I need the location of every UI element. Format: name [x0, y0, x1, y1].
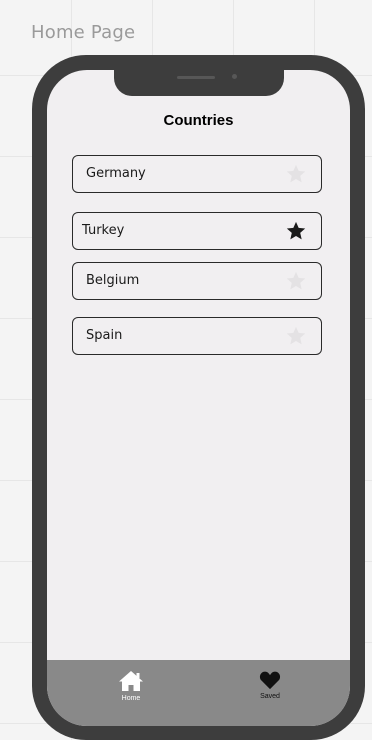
speaker-grille — [177, 76, 215, 79]
nav-saved-label: Saved — [260, 693, 280, 700]
front-camera — [232, 74, 237, 79]
country-label: Turkey — [82, 223, 125, 238]
country-item-turkey[interactable]: Turkey — [72, 212, 322, 250]
screen-title: Countries — [163, 112, 234, 129]
phone-frame: Countries Germany Turkey Belgium Spain H… — [32, 55, 365, 740]
bottom-nav: Home Saved — [47, 660, 350, 726]
country-item-spain[interactable]: Spain — [72, 317, 322, 355]
nav-home-label: Home — [121, 695, 141, 702]
country-label: Belgium — [86, 273, 140, 288]
page-label: Home Page — [31, 22, 136, 43]
country-label: Germany — [86, 166, 146, 181]
nav-home-button[interactable]: Home — [101, 670, 161, 710]
heart-icon — [259, 671, 281, 690]
phone-notch — [114, 70, 284, 96]
star-icon[interactable] — [285, 220, 307, 242]
house-icon — [119, 671, 143, 691]
star-icon[interactable] — [285, 163, 307, 185]
country-label: Spain — [86, 328, 123, 343]
phone-screen: Countries Germany Turkey Belgium Spain H… — [47, 70, 350, 726]
star-icon[interactable] — [285, 270, 307, 292]
country-item-germany[interactable]: Germany — [72, 155, 322, 193]
country-item-belgium[interactable]: Belgium — [72, 262, 322, 300]
nav-saved-button[interactable]: Saved — [240, 670, 300, 710]
star-icon[interactable] — [285, 325, 307, 347]
